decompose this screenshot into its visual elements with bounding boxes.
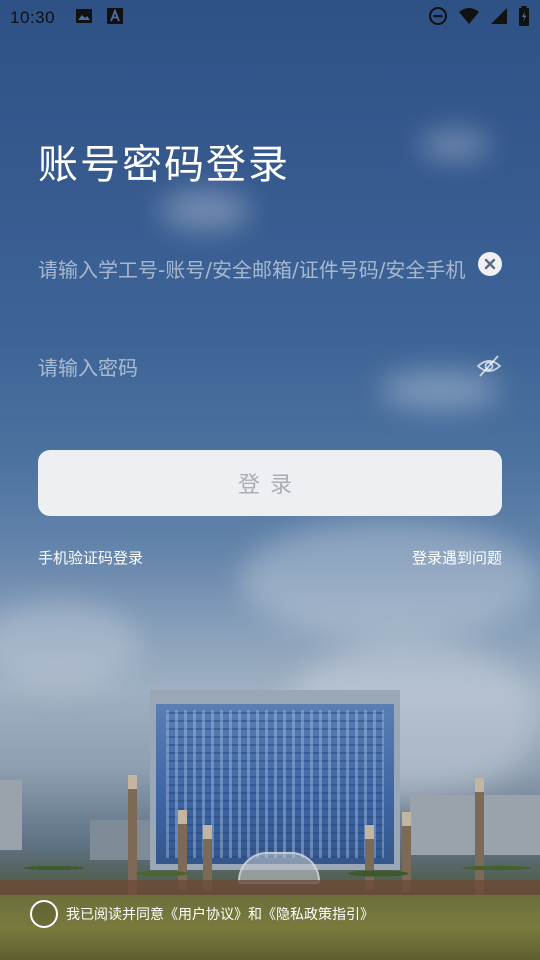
- page-title: 账号密码登录: [38, 142, 290, 188]
- password-input[interactable]: [38, 356, 502, 380]
- privacy-policy-link[interactable]: 《隐私政策指引》: [262, 904, 374, 924]
- status-time: 10:30: [10, 8, 56, 27]
- accessibility-icon: [107, 7, 124, 29]
- wifi-icon: [458, 7, 480, 30]
- agreement-prefix: 我已阅读并同意: [66, 907, 164, 923]
- battery-icon: [518, 5, 530, 31]
- do-not-disturb-icon: [428, 6, 448, 31]
- user-agreement-link[interactable]: 《用户协议》: [164, 904, 248, 924]
- account-input[interactable]: [38, 258, 502, 282]
- password-field-row: [38, 346, 502, 390]
- account-field-row: [38, 248, 502, 292]
- login-button[interactable]: 登录: [38, 450, 502, 516]
- status-bar: 10:30: [0, 0, 540, 36]
- image-icon: [75, 7, 93, 30]
- agreement-checkbox[interactable]: [30, 900, 58, 928]
- agreement-row: 我已阅读并同意 《用户协议》 和 《隐私政策指引》: [30, 900, 374, 928]
- sms-login-link[interactable]: 手机验证码登录: [38, 547, 143, 568]
- close-icon[interactable]: [478, 252, 502, 276]
- eye-off-icon[interactable]: [476, 354, 502, 382]
- signal-icon: [490, 7, 508, 30]
- agreement-and: 和: [248, 907, 262, 923]
- login-trouble-link[interactable]: 登录遇到问题: [412, 547, 502, 568]
